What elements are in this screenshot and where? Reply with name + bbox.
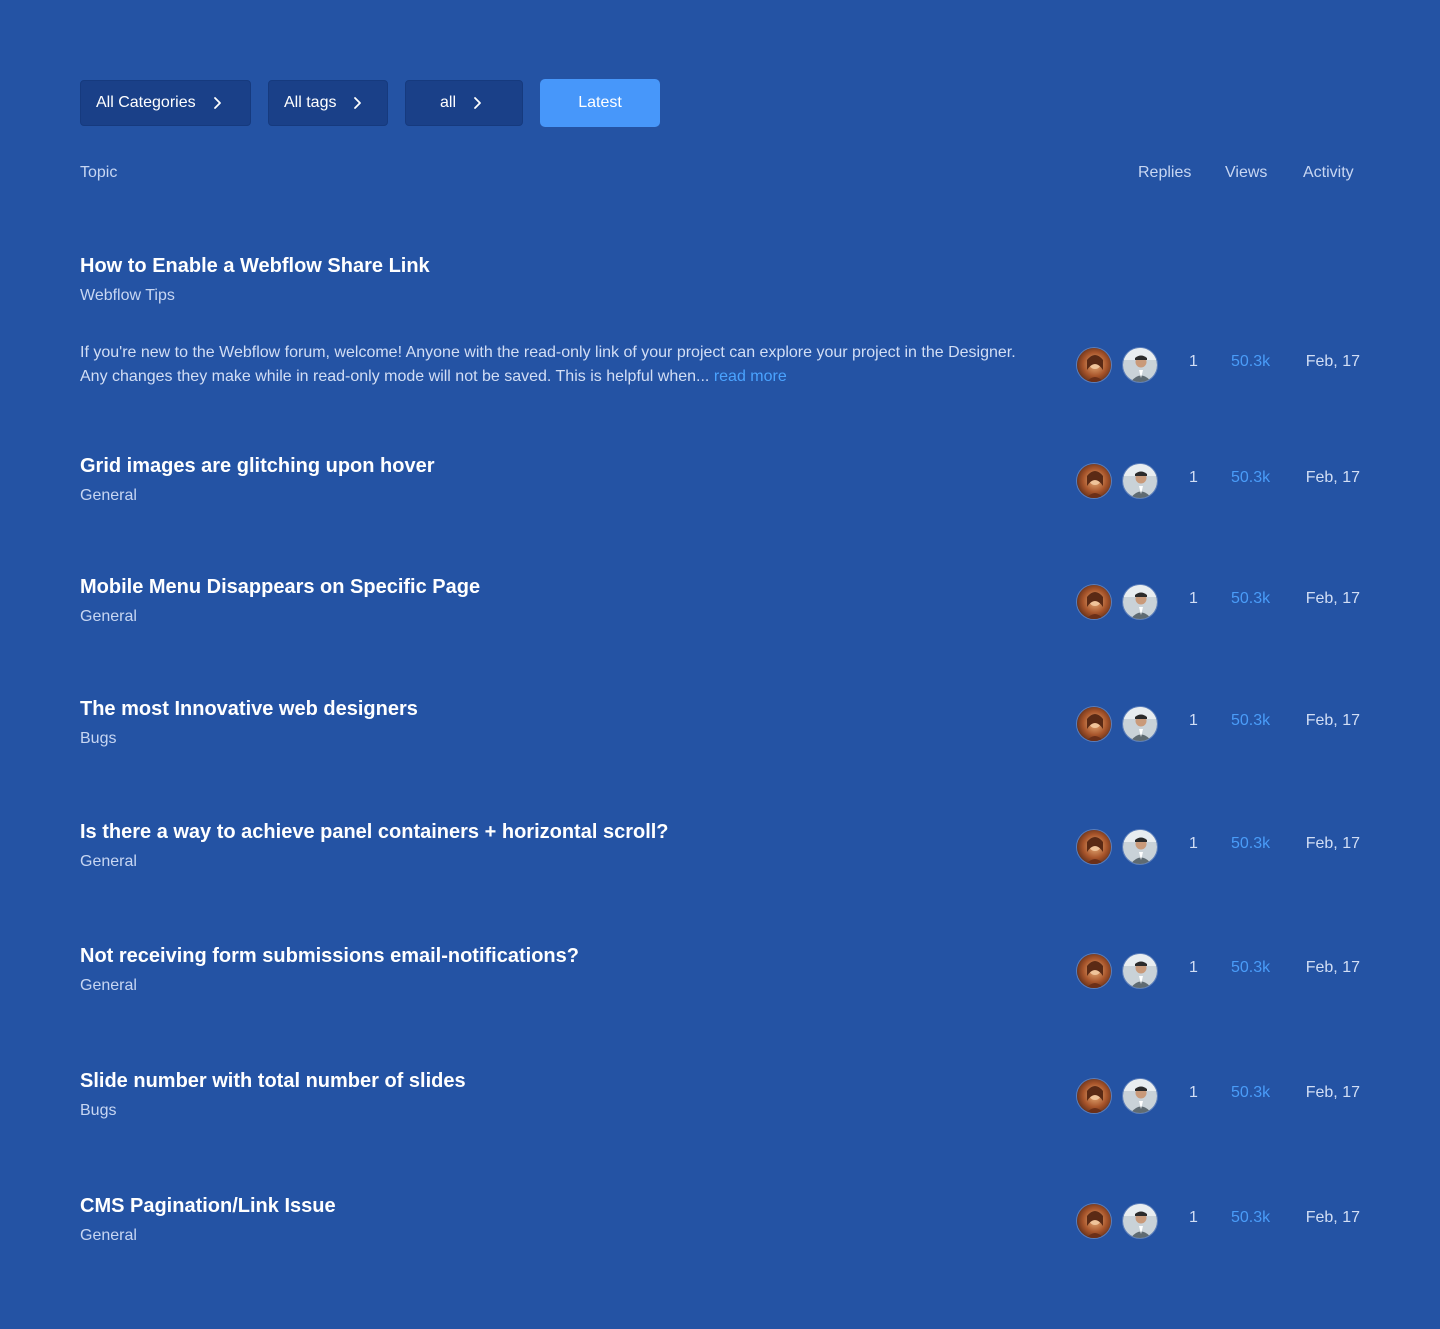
avatar[interactable]	[1122, 1203, 1158, 1239]
column-header-views[interactable]: Views	[1225, 164, 1267, 182]
period-label: all	[440, 94, 457, 111]
avatar[interactable]	[1122, 953, 1158, 989]
topic-excerpt: If you're new to the Webflow forum, welc…	[80, 341, 1030, 389]
replies-count: 1	[1189, 469, 1198, 486]
views-count: 50.3k	[1231, 959, 1271, 976]
views-count: 50.3k	[1231, 712, 1271, 729]
column-header-topic[interactable]: Topic	[80, 164, 117, 182]
activity-date: Feb, 17	[1305, 469, 1360, 486]
topic-category[interactable]: General	[80, 1227, 137, 1245]
replies-count: 1	[1189, 712, 1198, 729]
topic-excerpt-text: If you're new to the Webflow forum, welc…	[80, 344, 1016, 385]
avatar[interactable]	[1122, 1078, 1158, 1114]
topic-title[interactable]: Slide number with total number of slides	[80, 1070, 466, 1093]
period-dropdown[interactable]: all	[405, 80, 523, 126]
avatar[interactable]	[1122, 347, 1158, 383]
activity-date: Feb, 17	[1305, 353, 1360, 370]
topic-category[interactable]: Webflow Tips	[80, 287, 175, 305]
replies-count: 1	[1189, 1084, 1198, 1101]
activity-date: Feb, 17	[1305, 959, 1360, 976]
read-more-link[interactable]: read more	[714, 368, 787, 385]
topic-title[interactable]: How to Enable a Webflow Share Link	[80, 255, 430, 278]
avatar[interactable]	[1122, 829, 1158, 865]
topic-title[interactable]: Not receiving form submissions email-not…	[80, 945, 579, 968]
views-count: 50.3k	[1231, 353, 1271, 370]
topic-category[interactable]: Bugs	[80, 1102, 116, 1120]
chevron-right-icon	[350, 96, 364, 110]
replies-count: 1	[1189, 590, 1198, 607]
avatar[interactable]	[1122, 463, 1158, 499]
replies-count: 1	[1189, 1209, 1198, 1226]
replies-count: 1	[1189, 353, 1198, 370]
topic-title[interactable]: CMS Pagination/Link Issue	[80, 1195, 336, 1218]
column-header-activity[interactable]: Activity	[1303, 164, 1354, 182]
activity-date: Feb, 17	[1305, 712, 1360, 729]
activity-date: Feb, 17	[1305, 1084, 1360, 1101]
topic-title[interactable]: Grid images are glitching upon hover	[80, 455, 435, 478]
replies-count: 1	[1189, 835, 1198, 852]
filter-bar: All Categories All tags all Latest	[80, 79, 660, 127]
views-count: 50.3k	[1231, 469, 1271, 486]
avatar[interactable]	[1076, 463, 1112, 499]
avatar[interactable]	[1076, 347, 1112, 383]
avatar[interactable]	[1076, 584, 1112, 620]
avatar[interactable]	[1122, 706, 1158, 742]
activity-date: Feb, 17	[1305, 1209, 1360, 1226]
avatar[interactable]	[1076, 1078, 1112, 1114]
chevron-right-icon	[210, 96, 224, 110]
replies-count: 1	[1189, 959, 1198, 976]
avatar[interactable]	[1122, 584, 1158, 620]
all-tags-label: All tags	[284, 94, 337, 111]
activity-date: Feb, 17	[1305, 590, 1360, 607]
chevron-right-icon	[470, 96, 484, 110]
avatar[interactable]	[1076, 829, 1112, 865]
topic-title[interactable]: Is there a way to achieve panel containe…	[80, 821, 669, 844]
topic-category[interactable]: General	[80, 608, 137, 626]
avatar[interactable]	[1076, 953, 1112, 989]
all-categories-label: All Categories	[96, 94, 196, 111]
views-count: 50.3k	[1231, 1084, 1271, 1101]
topic-category[interactable]: Bugs	[80, 730, 116, 748]
avatar[interactable]	[1076, 706, 1112, 742]
topic-title[interactable]: Mobile Menu Disappears on Specific Page	[80, 576, 480, 599]
topic-category[interactable]: General	[80, 487, 137, 505]
topic-title[interactable]: The most Innovative web designers	[80, 698, 418, 721]
topic-category[interactable]: General	[80, 977, 137, 995]
views-count: 50.3k	[1231, 1209, 1271, 1226]
column-header-replies[interactable]: Replies	[1138, 164, 1191, 182]
activity-date: Feb, 17	[1305, 835, 1360, 852]
all-tags-dropdown[interactable]: All tags	[268, 80, 388, 126]
all-categories-dropdown[interactable]: All Categories	[80, 80, 251, 126]
topic-category[interactable]: General	[80, 853, 137, 871]
latest-button[interactable]: Latest	[540, 79, 660, 127]
avatar[interactable]	[1076, 1203, 1112, 1239]
views-count: 50.3k	[1231, 590, 1271, 607]
views-count: 50.3k	[1231, 835, 1271, 852]
